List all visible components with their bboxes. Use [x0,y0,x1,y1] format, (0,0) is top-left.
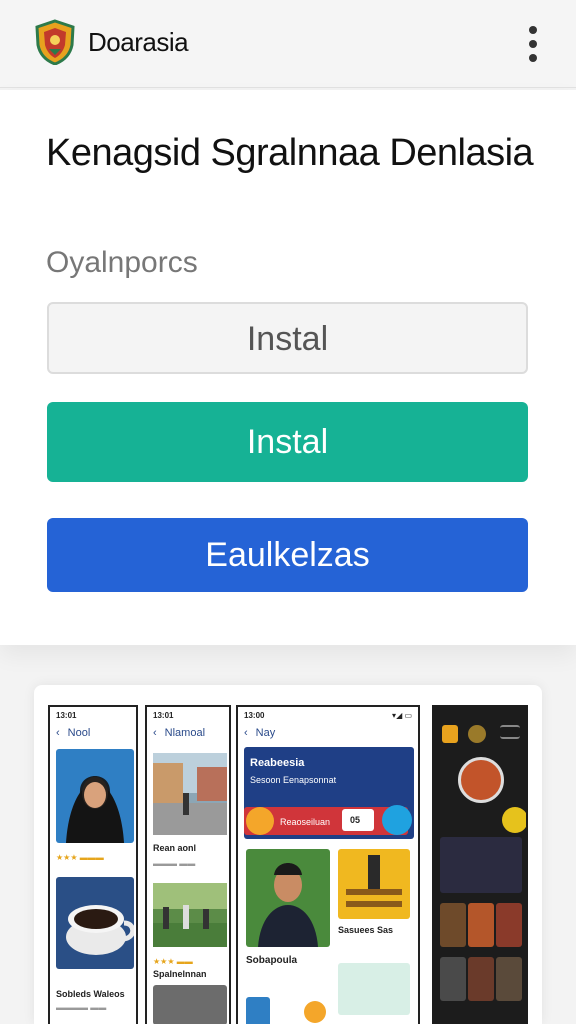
screenshot-nav-title: Nay [255,727,276,739]
thumbnail [468,903,494,947]
screenshot-caption: Sasuees Sas [338,925,394,935]
emblem-icon [458,757,504,803]
shield-logo-icon [442,725,458,743]
banner-text: Sesoon Eenapsonnat [250,775,337,785]
screenshot-caption: Sobleds Waleos [56,989,125,999]
rating-stars: ▬▬▬ ▬▬ [153,859,196,868]
status-time: 13:01 [56,711,77,720]
more-vert-icon[interactable] [518,22,548,66]
book-cover [338,849,410,919]
media-row [440,837,522,893]
screenshot-nav: ‹ Nay [244,727,275,739]
badge-icon [468,725,486,743]
street-photo [153,753,227,835]
page-title: Kenagsid Sgralnnaa Denlasia [46,132,534,174]
thumbnail [468,957,494,1001]
screenshot-nav-title: Nool [67,727,91,739]
app-bar: Doarasia [0,0,576,88]
screenshot-4[interactable] [432,705,528,1024]
chat-icon[interactable] [382,805,412,835]
back-arrow-icon: ‹ [244,727,248,739]
install-button[interactable]: Instal [47,402,528,482]
thumbnail [246,997,270,1024]
thumbnail [496,903,522,947]
screenshot-1[interactable]: 13:01 ‹ Nool ★★★ ▬▬▬ Sobleds Waleos ▬▬▬▬ … [48,705,138,1024]
badge-icon [304,1001,326,1023]
hamburger-menu-icon[interactable] [500,725,520,739]
screenshot-caption: Rean aonl [153,843,197,853]
screenshot-gallery[interactable]: 13:01 ‹ Nool ★★★ ▬▬▬ Sobleds Waleos ▬▬▬▬ … [34,685,542,1024]
rating-stars: ★★★ ▬▬▬ [56,853,104,862]
illustration-tile [338,963,410,1015]
screenshot-nav: ‹ Nool [56,727,90,739]
screenshot-nav-title: Nlamoal [164,727,206,739]
banner-value: 05 [350,815,361,825]
screenshot-nav: ‹ Nlamoal [153,727,205,739]
thumbnail [496,957,522,1001]
back-arrow-icon: ‹ [153,727,157,739]
install-outline-button[interactable]: Instal [47,302,528,374]
status-time: 13:00 [244,711,265,720]
park-photo [153,883,227,947]
thumbnail [440,903,466,947]
banner-row-label: Reaoseiluan [280,817,331,827]
screenshot-3[interactable]: 13:00 ▾◢ ▭ ‹ Nay Reabeesia Sesoon Eenapso… [236,705,420,1024]
person-photo [246,849,330,947]
rating-stars: ▬▬▬▬ ▬▬ [56,1003,107,1012]
action-fab[interactable] [502,807,526,833]
rating-stars: ★★★ ▬▬ [153,957,193,966]
shield-logo-icon [34,19,76,66]
group-photo [153,985,227,1024]
status-time: 13:01 [153,711,174,720]
secondary-action-button[interactable]: Eaulkelzas [47,518,528,592]
sun-icon [246,807,274,835]
banner-title: Reabeesia [250,757,305,769]
back-arrow-icon: ‹ [56,727,60,739]
thumbnail [440,957,466,1001]
coffee-photo [56,877,136,969]
screenshot-caption: Sobapoula [246,955,298,966]
app-name: Doarasia [88,27,189,57]
profile-photo [56,749,134,843]
screenshot-2[interactable]: 13:01 ‹ Nlamoal Rean aonl ▬▬▬ ▬▬ ★★★ ▬▬ S… [145,705,231,1024]
developer-name: Oyalnporcs [46,246,198,279]
screenshot-caption: Spalnelnnan [153,969,207,979]
signal-battery-icon: ▾◢ ▭ [392,711,412,720]
